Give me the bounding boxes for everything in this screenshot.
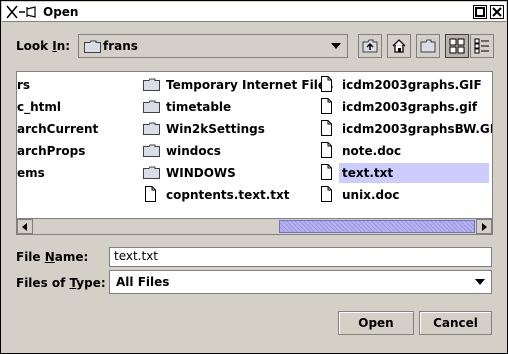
- look-in-label: Look In:: [16, 38, 70, 54]
- folder-icon: [143, 99, 160, 119]
- folder-icon: [143, 121, 160, 141]
- new-folder-icon: [420, 39, 436, 53]
- file-icon: [319, 98, 333, 120]
- list-item-label: rs: [17, 78, 31, 92]
- details-view-button[interactable]: [470, 34, 494, 58]
- close-button[interactable]: [490, 5, 504, 19]
- file-icon: [143, 186, 157, 208]
- look-in-combo[interactable]: frans: [78, 34, 348, 58]
- list-item-label: ems: [17, 166, 45, 180]
- list-item-label: icdm2003graphsBW.GIF: [342, 122, 493, 136]
- file-type-label: Files of Type:: [16, 275, 106, 291]
- chevron-left-icon: [22, 223, 27, 231]
- home-icon: [392, 39, 406, 53]
- file-type-value: All Files: [116, 275, 170, 289]
- file-icon: [319, 120, 333, 142]
- folder-up-icon: [362, 39, 378, 53]
- file-name-label-mnemonic: N: [44, 250, 55, 264]
- chevron-down-icon: [331, 43, 341, 49]
- list-item-label: note.doc: [342, 144, 402, 158]
- file-name-field[interactable]: text.txt: [109, 247, 492, 267]
- list-item-label: archProps: [17, 144, 86, 158]
- file-type-label-suffix: ype:: [76, 276, 106, 290]
- list-item-label: timetable: [166, 100, 232, 114]
- look-in-label-prefix: Look: [16, 39, 53, 53]
- scroll-thumb[interactable]: [279, 220, 475, 233]
- up-one-level-button[interactable]: [358, 34, 382, 58]
- file-icon: [319, 164, 333, 186]
- open-dialog: Open Look In: frans rs c_html archCurren…: [0, 0, 508, 354]
- list-item-label: copntents.text.txt: [166, 188, 290, 202]
- horizontal-scrollbar[interactable]: [17, 218, 492, 234]
- file-icon: [319, 76, 333, 98]
- file-icon: [319, 142, 333, 164]
- scroll-left-button[interactable]: [17, 219, 33, 234]
- look-in-label-suffix: n:: [56, 39, 71, 53]
- scroll-right-button[interactable]: [476, 219, 492, 234]
- list-item-label: unix.doc: [342, 188, 400, 202]
- list-item-label: icdm2003graphs.gif: [342, 100, 478, 114]
- chevron-right-icon: [482, 223, 487, 231]
- cancel-button[interactable]: Cancel: [419, 311, 492, 335]
- file-name-label-prefix: File: [16, 250, 45, 264]
- maximize-button[interactable]: [473, 5, 487, 19]
- file-icon: [319, 186, 333, 208]
- list-item-label: WINDOWS: [166, 166, 236, 180]
- file-type-combo[interactable]: All Files: [109, 270, 492, 294]
- list-view-icon: [449, 38, 465, 54]
- list-item-selected[interactable]: text.txt: [319, 163, 489, 183]
- open-button[interactable]: Open: [338, 311, 414, 335]
- home-button[interactable]: [387, 34, 411, 58]
- list-item-label: Win2kSettings: [166, 122, 265, 136]
- list-item-label: icdm2003graphs.GIF: [342, 78, 482, 92]
- list-item-label: Temporary Internet Files: [166, 78, 334, 92]
- look-in-value: frans: [103, 39, 138, 53]
- folder-icon: [143, 143, 160, 163]
- window-title: Open: [43, 5, 79, 19]
- list-item-label: c_html: [17, 100, 62, 114]
- file-list[interactable]: rs c_html archCurrent archProps ems Temp…: [16, 71, 493, 235]
- folder-icon: [143, 77, 160, 97]
- folder-icon: [143, 165, 160, 185]
- chevron-down-icon: [475, 279, 485, 285]
- list-item-label: archCurrent: [17, 122, 99, 136]
- list-item-label: windocs: [166, 144, 221, 158]
- title-bar[interactable]: Open: [2, 2, 506, 22]
- folder-icon: [84, 40, 101, 56]
- file-name-label-suffix: ame:: [54, 250, 89, 264]
- list-view-button[interactable]: [445, 34, 469, 58]
- details-view-icon: [474, 38, 489, 54]
- file-type-label-prefix: Files of: [16, 276, 70, 290]
- new-folder-button[interactable]: [416, 34, 440, 58]
- java-window-icon: [5, 4, 39, 20]
- file-name-label: File Name:: [16, 249, 88, 265]
- list-item-label: text.txt: [339, 163, 489, 183]
